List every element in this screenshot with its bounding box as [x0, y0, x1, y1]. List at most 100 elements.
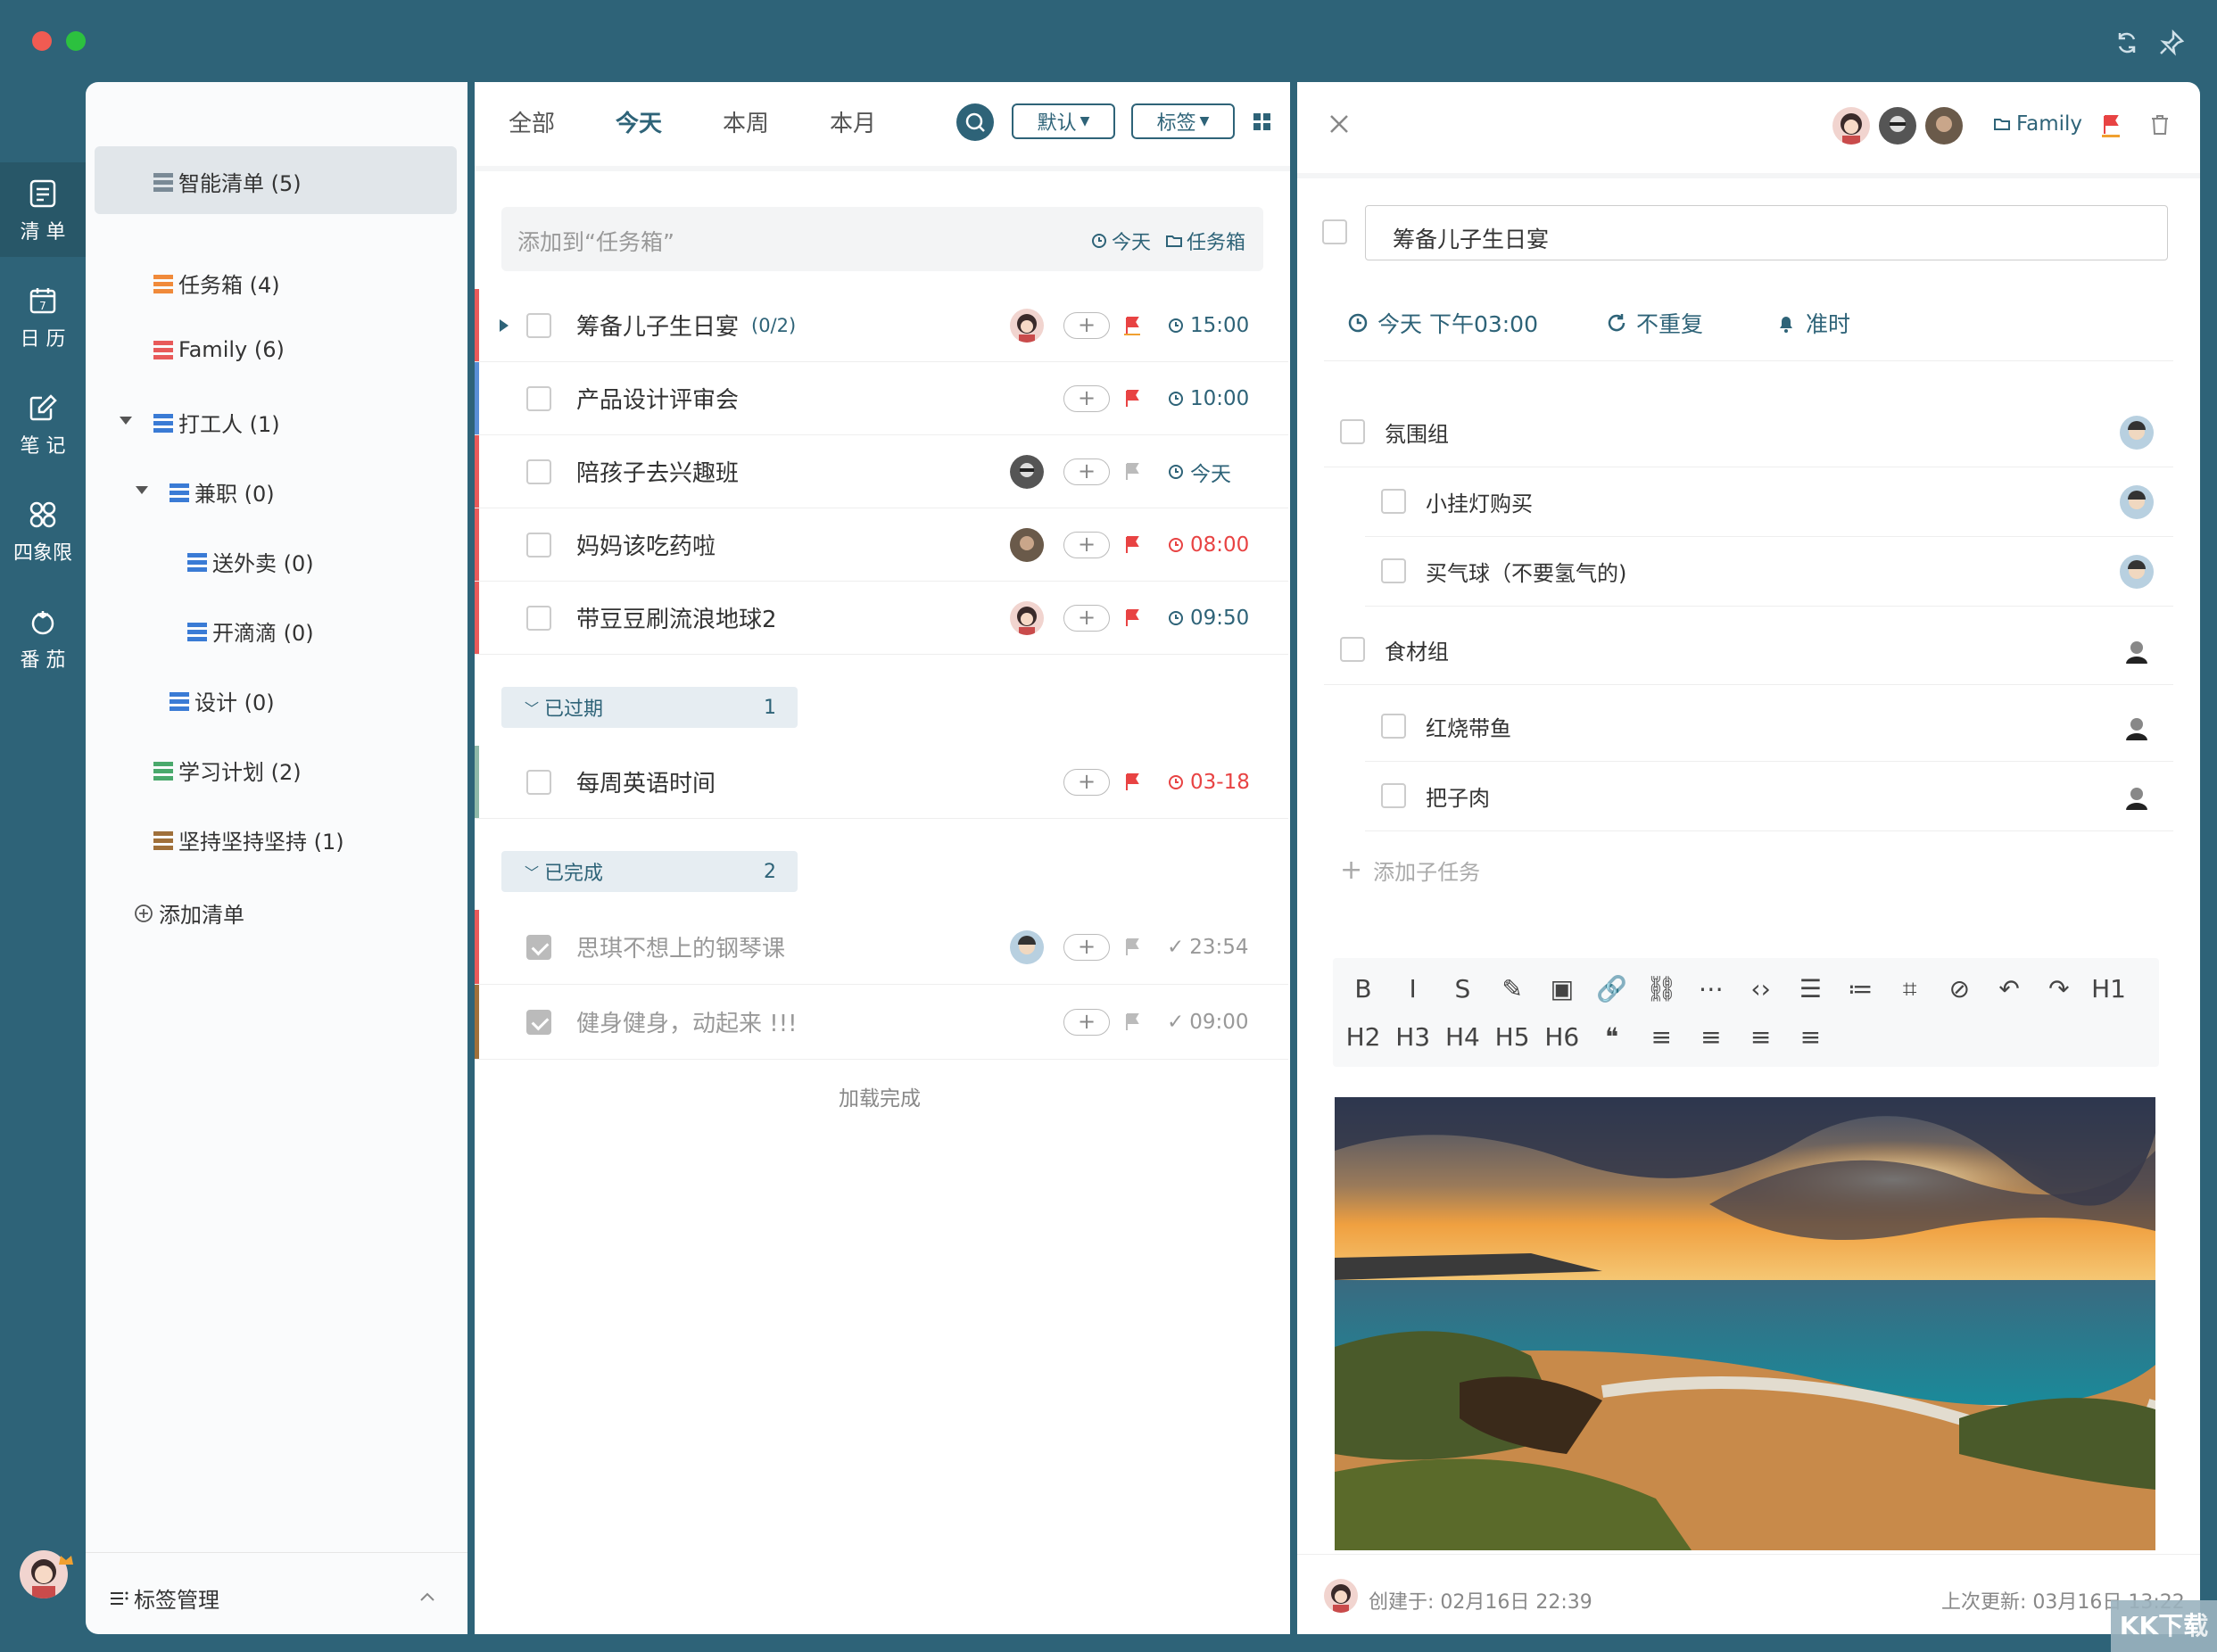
add-member-button[interactable]: +: [1063, 311, 1110, 339]
add-subtask-button[interactable]: + 添加子任务: [1340, 855, 1480, 886]
editor-tool-button[interactable]: ‹›: [1743, 974, 1779, 1004]
add-task-date[interactable]: 今天: [1090, 227, 1151, 255]
task-row[interactable]: 筹备儿子生日宴 (0/2) + 15:00: [475, 289, 1288, 362]
flag-icon[interactable]: [1124, 1012, 1140, 1032]
task-row[interactable]: 产品设计评审会 + 10:00: [475, 362, 1288, 435]
tag-manage-button[interactable]: 标签管理: [109, 1582, 219, 1614]
editor-tool-button[interactable]: ✎: [1494, 974, 1530, 1004]
list-item-didi[interactable]: 开滴滴 (0): [187, 615, 314, 647]
tab-all[interactable]: 全部: [509, 105, 555, 138]
editor-tool-button[interactable]: ⊘: [1941, 974, 1977, 1004]
add-list-button[interactable]: 添加清单: [134, 897, 244, 929]
task-checkbox[interactable]: [526, 1009, 551, 1035]
task-checkbox[interactable]: [526, 312, 551, 338]
flag-icon[interactable]: [1124, 389, 1140, 409]
editor-tool-button[interactable]: ▣: [1544, 974, 1580, 1004]
add-task-input[interactable]: 添加到“任务箱” 今天 任务箱: [501, 207, 1263, 271]
subtask-checkbox[interactable]: [1340, 419, 1365, 444]
detail-title-input[interactable]: 筹备儿子生日宴: [1365, 205, 2168, 260]
subtask-row[interactable]: 氛围组: [1324, 398, 2173, 467]
editor-tool-button[interactable]: ❝: [1594, 1022, 1630, 1052]
chevron-up-icon[interactable]: [418, 1588, 437, 1607]
subtask-checkbox[interactable]: [1381, 558, 1406, 583]
sync-icon[interactable]: [2114, 30, 2139, 55]
task-row[interactable]: 健身健身，动起来 !!! + ✓ 09:00: [475, 985, 1288, 1060]
reminder-button[interactable]: 准时: [1775, 307, 1850, 339]
close-icon[interactable]: [1328, 112, 1351, 136]
tab-week[interactable]: 本周: [723, 105, 769, 138]
flag-icon[interactable]: [1124, 772, 1140, 792]
editor-tool-button[interactable]: H6: [1544, 1022, 1580, 1052]
tab-today[interactable]: 今天: [616, 105, 662, 138]
editor-tool-button[interactable]: ≡: [1792, 1022, 1828, 1052]
flag-icon[interactable]: [1124, 608, 1140, 628]
flag-icon[interactable]: [1124, 535, 1140, 555]
sort-dropdown[interactable]: 默认 ▼: [1012, 103, 1115, 139]
rail-item-notes[interactable]: 笔 记: [0, 392, 86, 458]
editor-tool-button[interactable]: H5: [1494, 1022, 1530, 1052]
flag-icon[interactable]: [1124, 462, 1140, 482]
add-member-button[interactable]: +: [1063, 604, 1110, 632]
add-member-button[interactable]: +: [1063, 768, 1110, 796]
task-row[interactable]: 陪孩子去兴趣班 + 今天: [475, 435, 1288, 508]
editor-tool-button[interactable]: I: [1395, 974, 1431, 1004]
list-item-family[interactable]: Family (6): [153, 337, 285, 362]
subtask-row[interactable]: 把子肉: [1365, 762, 2173, 831]
list-item-design[interactable]: 设计 (0): [170, 685, 275, 716]
subtask-row[interactable]: 食材组: [1324, 615, 2173, 685]
flag-icon[interactable]: [1124, 316, 1140, 335]
editor-tool-button[interactable]: ↷: [2041, 974, 2077, 1004]
subtask-row[interactable]: 买气球（不要氢气的): [1365, 537, 2173, 607]
editor-tool-button[interactable]: ☰: [1792, 974, 1828, 1004]
task-row[interactable]: 思琪不想上的钢琴课 + ✓ 23:54: [475, 910, 1288, 985]
rail-item-quadrant[interactable]: 四象限: [0, 500, 86, 566]
task-checkbox[interactable]: [526, 769, 551, 795]
list-item-parttime[interactable]: 兼职 (0): [170, 476, 275, 508]
editor-tool-button[interactable]: H2: [1345, 1022, 1381, 1052]
search-button[interactable]: [956, 103, 994, 141]
editor-tool-button[interactable]: S: [1444, 974, 1480, 1004]
list-item-study[interactable]: 学习计划 (2): [153, 755, 302, 786]
task-row[interactable]: 带豆豆刷流浪地球2 + 09:50: [475, 582, 1288, 655]
add-member-button[interactable]: +: [1063, 1008, 1110, 1036]
task-checkbox[interactable]: [526, 532, 551, 558]
grid-view-icon[interactable]: [1253, 112, 1272, 132]
editor-tool-button[interactable]: ≡: [1643, 1022, 1679, 1052]
tag-dropdown[interactable]: 标签 ▼: [1131, 103, 1235, 139]
rail-item-calendar[interactable]: 7 日 历: [0, 285, 86, 351]
editor-tool-button[interactable]: ⌗: [1892, 974, 1928, 1004]
editor-tool-button[interactable]: H4: [1444, 1022, 1480, 1052]
task-checkbox[interactable]: [526, 458, 551, 484]
collapse-arrow-icon[interactable]: [134, 482, 150, 498]
editor-tool-button[interactable]: H3: [1395, 1022, 1431, 1052]
rail-item-list[interactable]: 清 单: [0, 178, 86, 244]
maximize-window-button[interactable]: [66, 31, 86, 51]
add-member-button[interactable]: +: [1063, 384, 1110, 412]
detail-task-checkbox[interactable]: [1322, 219, 1347, 244]
task-row[interactable]: 妈妈该吃药啦 + 08:00: [475, 508, 1288, 582]
tab-month[interactable]: 本月: [830, 105, 876, 138]
subtask-row[interactable]: 小挂灯购买: [1365, 467, 2173, 537]
task-row[interactable]: 每周英语时间 + 03-18: [475, 746, 1288, 819]
pin-icon[interactable]: [2157, 29, 2186, 57]
editor-tool-button[interactable]: ⛓: [1643, 974, 1679, 1004]
subtask-checkbox[interactable]: [1381, 783, 1406, 808]
completed-group-header[interactable]: ﹀ 已完成 2: [501, 851, 798, 892]
rail-item-tomato[interactable]: 番 茄: [0, 607, 86, 673]
add-task-list[interactable]: 任务箱: [1165, 227, 1245, 255]
task-checkbox[interactable]: [526, 605, 551, 631]
subtask-checkbox[interactable]: [1340, 637, 1365, 662]
overdue-group-header[interactable]: ﹀ 已过期 1: [501, 687, 798, 728]
detail-list-selector[interactable]: Family: [1993, 112, 2082, 136]
flag-icon[interactable]: [1124, 938, 1140, 957]
editor-tool-button[interactable]: ↶: [1991, 974, 2027, 1004]
editor-tool-button[interactable]: 🔗: [1594, 974, 1630, 1004]
subtask-checkbox[interactable]: [1381, 714, 1406, 739]
list-item-persist[interactable]: 坚持坚持坚持 (1): [153, 824, 344, 855]
editor-tool-button[interactable]: ⋯: [1693, 974, 1729, 1004]
subtask-row[interactable]: 红烧带鱼: [1365, 692, 2173, 762]
list-item-inbox[interactable]: 任务箱 (4): [153, 268, 280, 299]
editor-tool-button[interactable]: B: [1345, 974, 1381, 1004]
editor-tool-button[interactable]: H1: [2091, 974, 2127, 1004]
list-item-delivery[interactable]: 送外卖 (0): [187, 546, 314, 577]
